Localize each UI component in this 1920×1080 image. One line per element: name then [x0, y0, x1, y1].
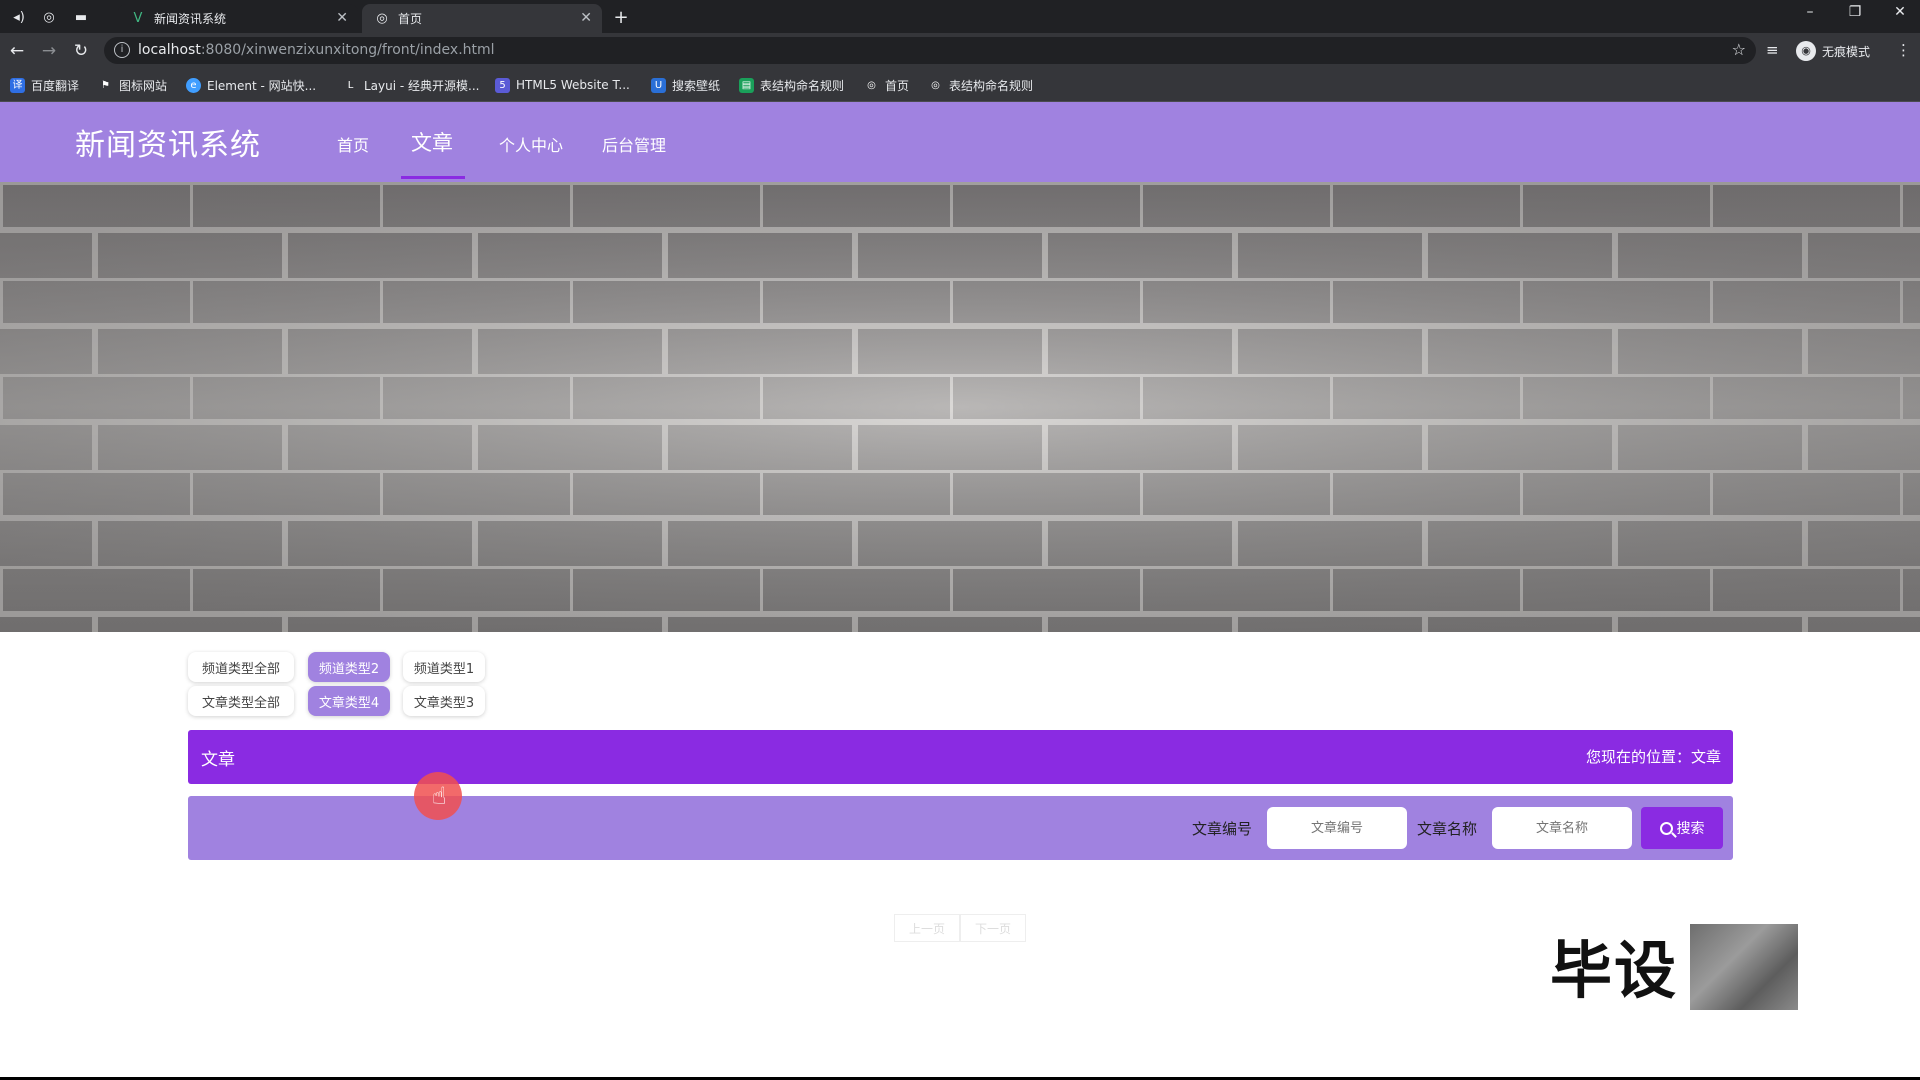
hand-cursor-icon: ☝ — [432, 782, 447, 810]
filter-channel-2[interactable]: 频道类型2 — [308, 652, 390, 682]
address-toolbar: ← → ↻ i localhost:8080/xinwenzixunxitong… — [0, 33, 1920, 68]
bookmark-item[interactable]: ⚑ 图标网站 — [98, 76, 167, 94]
pagination: 上一页 下一页 — [894, 914, 1026, 942]
bookmark-label: 搜索壁纸 — [672, 78, 721, 93]
article-id-input[interactable] — [1267, 807, 1407, 849]
watermark-text: 毕设 — [1550, 934, 1679, 1007]
bookmark-label: 图标网站 — [119, 78, 168, 93]
breadcrumb: 您现在的位置：文章 — [1585, 748, 1721, 766]
prev-page-button[interactable]: 上一页 — [894, 914, 960, 942]
section-title-bar: 文章 您现在的位置：文章 — [188, 730, 1733, 784]
close-window-icon[interactable]: ✕ — [1885, 4, 1915, 20]
tab-2[interactable]: ◎ 首页 ✕ — [362, 4, 602, 33]
reading-list-icon[interactable]: ≡ — [1766, 41, 1779, 59]
back-icon[interactable]: ← — [6, 40, 28, 62]
section-title: 文章 — [201, 750, 235, 770]
wallpaper-icon: U — [651, 77, 666, 93]
tab-title: 首页 — [398, 12, 423, 26]
new-tab-icon[interactable]: + — [610, 6, 632, 28]
globe-icon[interactable]: ◎ — [38, 6, 60, 28]
tab-search-icon[interactable]: ▬ — [70, 6, 92, 28]
bookmark-star-icon[interactable]: ☆ — [1732, 40, 1746, 59]
article-name-label: 文章名称 — [1417, 820, 1478, 838]
bookmark-item[interactable]: L Layui - 经典开源模... — [343, 76, 480, 94]
banner-carousel[interactable] — [0, 182, 1920, 632]
incognito-profile[interactable]: ◉ 无痕模式 — [1796, 40, 1870, 62]
globe-icon: ◎ — [867, 79, 876, 91]
nav-active-indicator — [401, 176, 465, 179]
article-id-label: 文章编号 — [1192, 820, 1253, 838]
site-header: 新闻资讯系统 首页 文章 个人中心 后台管理 — [0, 102, 1920, 182]
filter-article-4[interactable]: 文章类型4 — [308, 686, 390, 716]
close-icon[interactable]: ✕ — [336, 10, 348, 26]
vue-icon: V — [133, 11, 143, 26]
layui-icon: L — [347, 79, 354, 91]
bookmark-label: 表结构命名规则 — [949, 78, 1034, 93]
bookmark-item[interactable]: ◎ 表结构命名规则 — [928, 76, 1033, 94]
search-button-label: 搜索 — [1676, 821, 1705, 837]
nav-profile[interactable]: 个人中心 — [499, 132, 563, 156]
bookmark-label: 百度翻译 — [31, 78, 80, 93]
filter-article-3[interactable]: 文章类型3 — [403, 686, 485, 716]
translate-icon: 译 — [10, 77, 25, 93]
bookmark-label: 首页 — [885, 78, 910, 93]
minimize-icon[interactable]: – — [1795, 4, 1825, 20]
forward-icon[interactable]: → — [38, 40, 60, 62]
search-icon — [1659, 821, 1673, 835]
bookmark-label: Element - 网站快... — [207, 78, 317, 93]
menu-icon[interactable]: ⋮ — [1896, 41, 1911, 59]
incognito-icon: ◉ — [1796, 41, 1816, 61]
doc-icon: ▤ — [739, 77, 754, 93]
blurred-region — [1690, 924, 1798, 1010]
site-logo[interactable]: 新闻资讯系统 — [75, 120, 261, 164]
bookmark-label: HTML5 Website T... — [516, 78, 630, 92]
reload-icon[interactable]: ↻ — [70, 40, 92, 62]
article-name-input[interactable] — [1492, 807, 1632, 849]
close-icon[interactable]: ✕ — [580, 10, 592, 26]
bookmark-label: Layui - 经典开源模... — [364, 78, 480, 93]
nav-home[interactable]: 首页 — [337, 132, 369, 156]
tab-1[interactable]: V 新闻资讯系统 ✕ — [118, 4, 358, 33]
tab-title: 新闻资讯系统 — [154, 12, 227, 26]
info-icon[interactable]: i — [114, 42, 130, 58]
bookmark-item[interactable]: ▤ 表结构命名规则 — [739, 76, 844, 94]
element-icon: e — [186, 77, 201, 93]
url-text: localhost:8080/xinwenzixunxitong/front/i… — [138, 42, 495, 58]
globe-icon: ◎ — [931, 79, 940, 91]
audio-icon[interactable]: ◂) — [8, 6, 30, 28]
nav-articles[interactable]: 文章 — [411, 127, 453, 157]
profile-label: 无痕模式 — [1822, 44, 1871, 59]
search-button[interactable]: 搜索 — [1641, 807, 1723, 849]
bookmarks-bar: 译 百度翻译 ⚑ 图标网站 e Element - 网站快... L Layui… — [0, 68, 1920, 102]
bookmark-label: 表结构命名规则 — [760, 78, 845, 93]
bookmark-item[interactable]: U 搜索壁纸 — [651, 76, 720, 94]
filter-article-all[interactable]: 文章类型全部 — [188, 686, 294, 716]
brick-wall-image — [0, 182, 1920, 632]
html5-icon: 5 — [495, 77, 510, 93]
restore-icon[interactable]: ❐ — [1840, 4, 1870, 20]
flag-icon: ⚑ — [101, 79, 110, 91]
globe-icon: ◎ — [376, 11, 388, 26]
bookmark-item[interactable]: ◎ 首页 — [864, 76, 909, 94]
bookmark-item[interactable]: 译 百度翻译 — [10, 76, 79, 94]
nav-admin[interactable]: 后台管理 — [602, 132, 666, 156]
bookmark-item[interactable]: 5 HTML5 Website T... — [495, 76, 630, 94]
filter-channel-1[interactable]: 频道类型1 — [403, 652, 485, 682]
next-page-button[interactable]: 下一页 — [960, 914, 1026, 942]
filter-channel-all[interactable]: 频道类型全部 — [188, 652, 294, 682]
web-page: 新闻资讯系统 首页 文章 个人中心 后台管理 频道类型全部 频道类型2 频道类型… — [0, 102, 1920, 1077]
bookmark-item[interactable]: e Element - 网站快... — [186, 76, 316, 94]
browser-tab-strip: ◂) ◎ ▬ V 新闻资讯系统 ✕ ◎ 首页 ✕ + – ❐ ✕ — [0, 0, 1920, 33]
url-field[interactable]: i localhost:8080/xinwenzixunxitong/front… — [104, 37, 1756, 64]
